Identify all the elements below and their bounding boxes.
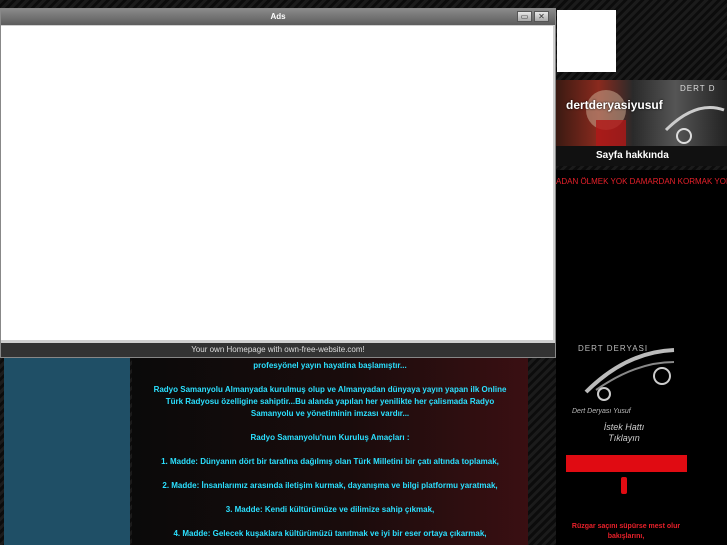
ads-title: Ads (270, 12, 286, 21)
about-label: Sayfa hakkında (596, 150, 669, 161)
poem-line: Rüzgar saçını süpürse mest olur (571, 523, 681, 530)
dert-deryasi-logo: DERT DERYASI Dert Deryası Yusuf (566, 332, 682, 422)
main-content: profesyönel yayın hayatina başlamıştır..… (132, 350, 528, 545)
about-link[interactable]: Sayfa hakkında (556, 146, 727, 166)
ads-footer-link[interactable]: Your own Homepage with own-free-website.… (1, 345, 555, 354)
content-heading: Radyo Samanyolu'nun Kuruluş Amaçları : (250, 433, 410, 442)
red-indicator (621, 477, 627, 494)
marquee-text: ADAN ÖLMEK YOK DAMARDAN KORMAK YOK (556, 177, 727, 186)
content-line: 3. Madde: Kendi kültürümüze ve dilimize … (225, 505, 435, 514)
profile-banner[interactable]: dertderyasiyusuf DERT D (556, 80, 727, 146)
request-line-link[interactable]: İstek Hattı Tıklayın (566, 422, 682, 444)
content-line: 4. Madde: Gelecek kuşaklara kültürümüzü … (173, 529, 487, 538)
blank-image (557, 10, 616, 72)
banner-tag: DERT D (680, 84, 716, 93)
close-icon[interactable]: ✕ (534, 11, 549, 22)
request-line-title: İstek Hattı (603, 422, 645, 432)
content-line: profesyönel yayın hayatina başlamıştır..… (253, 361, 407, 370)
ads-titlebar[interactable]: Ads ▭ ✕ (1, 9, 555, 25)
red-banner-button[interactable] (566, 455, 687, 472)
poem-text: Rüzgar saçını süpürse mest olur bakışlar… (556, 522, 696, 542)
content-line: Radyo Samanyolu Almanyada kurulmuş olup … (153, 385, 507, 394)
poem-line: bakışlarını, (607, 533, 645, 540)
request-line-cta: Tıklayın (608, 433, 640, 443)
left-sidebar-panel (4, 358, 130, 545)
content-line: Samanyolu ve yönetiminin imzası vardır..… (250, 409, 410, 418)
content-line: Türk Radyosu özelligine sahiptir...Bu al… (165, 397, 495, 406)
content-line: 1. Madde: Dünyanın dört bir tarafına dağ… (161, 457, 499, 466)
content-line: 2. Madde: İnsanlarımız arasında iletişim… (162, 481, 498, 490)
minimize-icon[interactable]: ▭ (517, 11, 532, 22)
ads-content-area[interactable] (1, 26, 553, 340)
ads-popup-window[interactable]: Ads ▭ ✕ Your own Homepage with own-free-… (0, 8, 556, 358)
profile-name: dertderyasiyusuf (566, 98, 663, 112)
ads-footer[interactable]: Your own Homepage with own-free-website.… (1, 343, 555, 357)
logo-title: DERT DERYASI (578, 344, 649, 353)
logo-subtitle: Dert Deryası Yusuf (572, 408, 631, 415)
